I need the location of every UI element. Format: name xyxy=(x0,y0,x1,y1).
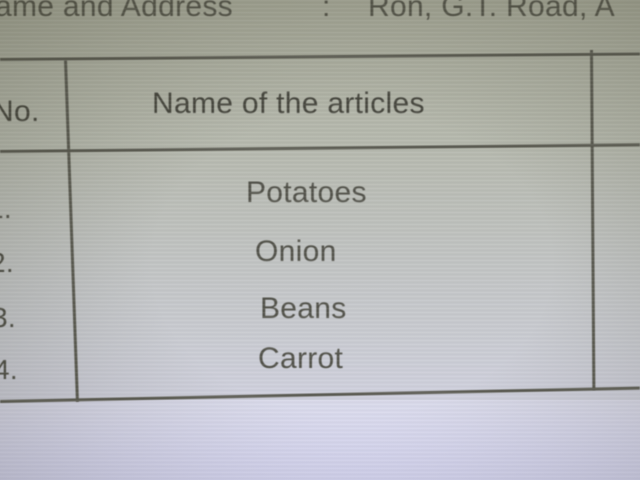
header-colon: : xyxy=(322,0,331,23)
article-name: Potatoes xyxy=(246,176,367,209)
column-header-articles: Name of the articles xyxy=(152,87,425,120)
column-divider-left xyxy=(64,59,79,402)
table-header-border xyxy=(0,143,640,153)
column-divider-right xyxy=(590,49,596,391)
row-number: 2. xyxy=(0,247,14,278)
screen-bottom-glow xyxy=(0,400,640,480)
name-and-address-value: Ron, G.T. Road, A xyxy=(368,0,615,23)
name-and-address-label: lame and Address xyxy=(0,0,233,23)
article-name: Beans xyxy=(260,292,347,325)
article-name: Onion xyxy=(255,235,337,268)
row-number: 4. xyxy=(0,354,18,385)
row-number: 1. xyxy=(0,193,12,224)
table-top-border xyxy=(0,52,640,61)
article-name: Carrot xyxy=(258,342,344,375)
column-header-number: No. xyxy=(0,95,40,128)
row-number: 3. xyxy=(0,302,16,333)
